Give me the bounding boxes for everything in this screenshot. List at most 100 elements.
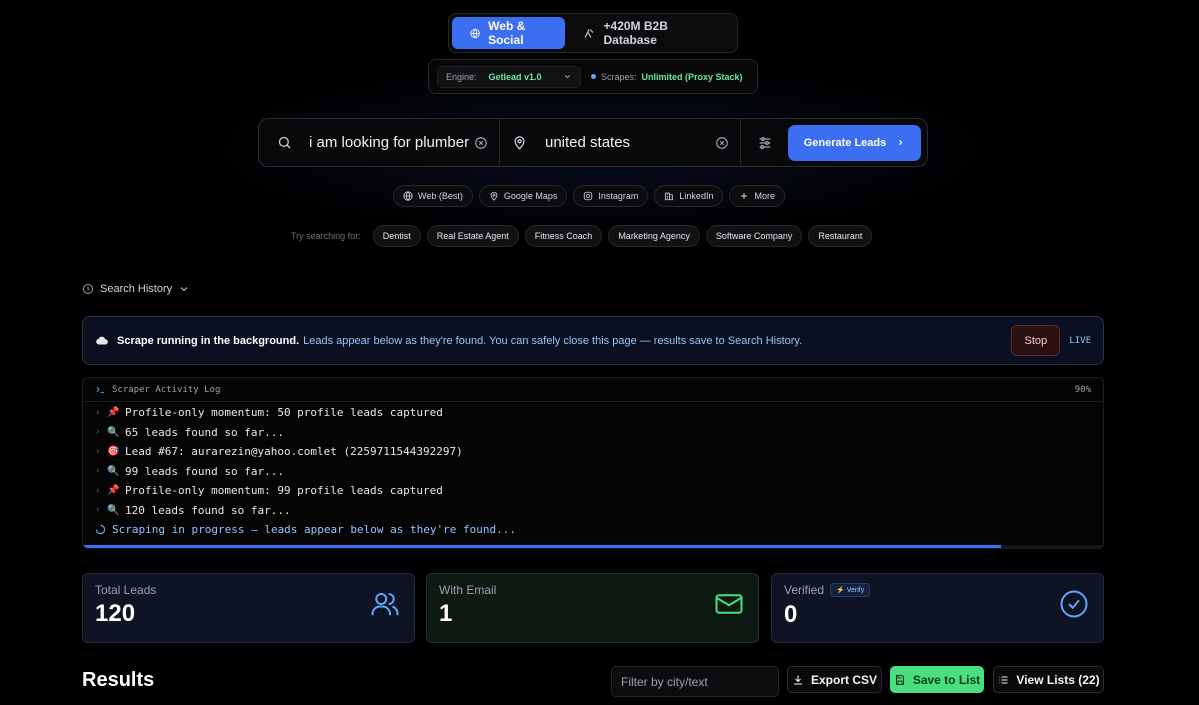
- log-header: Scraper Activity Log 90%: [83, 378, 1103, 402]
- source-instagram-chip[interactable]: Instagram: [573, 185, 649, 207]
- source-web-chip[interactable]: Web (Best): [393, 185, 473, 207]
- cloud-icon: [96, 336, 108, 345]
- log-status: Scraping in progress — leads appear belo…: [112, 523, 516, 537]
- log-text: Lead #67: aurarezin@yahoo.comlet (225971…: [125, 445, 463, 459]
- query-segment[interactable]: i am looking for plumber: [259, 119, 500, 166]
- location-query[interactable]: united states: [545, 134, 715, 151]
- search-history-toggle[interactable]: Search History: [82, 283, 190, 295]
- results-title: Results: [82, 669, 155, 691]
- scrape-running-banner: Scrape running in the background. Leads …: [82, 316, 1104, 365]
- suggestion-pill[interactable]: Software Company: [705, 225, 803, 247]
- source-label: Google Maps: [503, 191, 558, 201]
- verified-value: 0: [784, 601, 798, 628]
- caret-icon: ›: [95, 466, 101, 477]
- suggestion-pill[interactable]: Marketing Agency: [608, 225, 700, 247]
- log-text: Profile-only momentum: 99 profile leads …: [125, 484, 443, 498]
- log-lines: › 📌 Profile-only momentum: 50 profile lead…: [83, 402, 1103, 540]
- caret-icon: ›: [95, 407, 101, 418]
- engine-value: Getlead v1.0: [488, 71, 542, 82]
- mode-switch: Web & Social +420M B2B Database: [448, 13, 738, 53]
- terminal-icon: [96, 386, 105, 394]
- status-dot: [591, 74, 596, 79]
- source-label: More: [754, 191, 775, 201]
- total-leads-card: Total Leads 120: [82, 573, 415, 643]
- suggestion-pill[interactable]: Dentist: [372, 225, 421, 247]
- plus-icon: [741, 193, 748, 199]
- caret-icon: ›: [95, 446, 101, 457]
- check-circle-icon: [1060, 590, 1088, 618]
- web-social-tab[interactable]: Web & Social: [452, 17, 566, 49]
- scrapes-label: Scrapes:: [601, 71, 637, 82]
- magnifier-icon: 🔍: [107, 465, 120, 477]
- web-social-label: Web & Social: [488, 19, 526, 47]
- globe-icon: [470, 28, 480, 38]
- database-icon: [585, 28, 594, 38]
- with-email-card: With Email 1: [426, 573, 759, 643]
- caret-icon: ›: [95, 427, 101, 438]
- progress-track: [83, 545, 1103, 548]
- stop-button[interactable]: Stop: [1011, 325, 1061, 356]
- generate-leads-label: Generate Leads: [803, 136, 887, 149]
- suggestion-pill[interactable]: Real Estate Agent: [426, 225, 519, 247]
- view-lists-button[interactable]: View Lists (22): [993, 666, 1104, 693]
- log-line: › 🎯 Lead #67: aurarezin@yahoo.comlet (2259…: [95, 442, 1091, 462]
- view-lists-label: View Lists (22): [1016, 672, 1100, 687]
- search-box: i am looking for plumber united states G…: [258, 118, 928, 167]
- progress-fill: [83, 545, 1001, 548]
- banner-strong-text: Scrape running in the background.: [117, 334, 300, 347]
- source-label: Instagram: [598, 191, 639, 201]
- search-icon: [278, 136, 291, 149]
- source-label: LinkedIn: [679, 191, 714, 201]
- instagram-icon: [584, 191, 593, 201]
- suggestion-pill[interactable]: Restaurant: [808, 225, 873, 247]
- export-csv-label: Export CSV: [810, 672, 877, 687]
- generate-leads-button[interactable]: Generate Leads: [788, 124, 921, 161]
- map-pin-icon: [490, 191, 498, 201]
- log-line: › 📌 Profile-only momentum: 50 profile lead…: [95, 403, 1091, 423]
- engine-select[interactable]: Engine: Getlead v1.0: [437, 65, 581, 88]
- log-line: › 📌 Profile-only momentum: 99 profile lead…: [95, 481, 1091, 501]
- verify-badge-label: Verify: [846, 587, 865, 594]
- clock-icon: [83, 284, 93, 294]
- users-icon: [371, 593, 399, 616]
- export-csv-button[interactable]: Export CSV: [787, 666, 882, 693]
- clear-icon[interactable]: [715, 136, 729, 150]
- download-icon: [793, 675, 802, 685]
- map-pin-icon: [514, 136, 525, 150]
- verify-badge[interactable]: ⚡ Verify: [830, 583, 871, 597]
- location-segment[interactable]: united states: [500, 119, 741, 166]
- log-text: 99 leads found so far...: [125, 464, 284, 478]
- save-icon: [895, 674, 904, 685]
- suggestion-pill[interactable]: Fitness Coach: [524, 225, 603, 247]
- log-status-line: Scraping in progress — leads appear belo…: [95, 520, 1091, 540]
- sliders-icon[interactable]: [757, 135, 773, 151]
- magnifier-icon: 🔍: [107, 504, 120, 516]
- search-query[interactable]: i am looking for plumber: [309, 134, 474, 151]
- scrapes-value: Unlimited (Proxy Stack): [641, 71, 743, 82]
- pin-icon: 📌: [107, 485, 120, 497]
- suggestions-label: Try searching for:: [291, 231, 361, 241]
- with-email-value: 1: [439, 600, 453, 627]
- total-leads-value: 120: [95, 600, 136, 627]
- source-linkedin-chip[interactable]: LinkedIn: [654, 185, 724, 207]
- log-text: Profile-only momentum: 50 profile leads …: [125, 406, 443, 420]
- source-more-chip[interactable]: More: [729, 185, 785, 207]
- clear-icon[interactable]: [474, 136, 488, 150]
- log-title: Scraper Activity Log: [112, 384, 221, 395]
- with-email-label: With Email: [439, 583, 497, 597]
- b2b-database-tab[interactable]: +420M B2B Database: [565, 17, 734, 49]
- save-to-list-label: Save to List: [912, 672, 981, 687]
- source-google-maps-chip[interactable]: Google Maps: [478, 185, 568, 207]
- mail-icon: [715, 594, 743, 614]
- verified-label-row: Verified ⚡ Verify: [784, 583, 1091, 597]
- source-label: Web (Best): [418, 191, 463, 201]
- log-percent: 90%: [1074, 384, 1091, 395]
- engine-bar: Engine: Getlead v1.0 Scrapes: Unlimited …: [428, 59, 758, 94]
- b2b-label: +420M B2B Database: [603, 19, 668, 47]
- building-icon: [665, 192, 674, 201]
- pin-icon: 📌: [107, 407, 120, 419]
- filter-input[interactable]: [611, 666, 779, 697]
- suggestions: Try searching for: Dentist Real Estate A…: [291, 225, 873, 247]
- spinner-icon: [95, 525, 106, 535]
- save-to-list-button[interactable]: Save to List: [890, 666, 984, 693]
